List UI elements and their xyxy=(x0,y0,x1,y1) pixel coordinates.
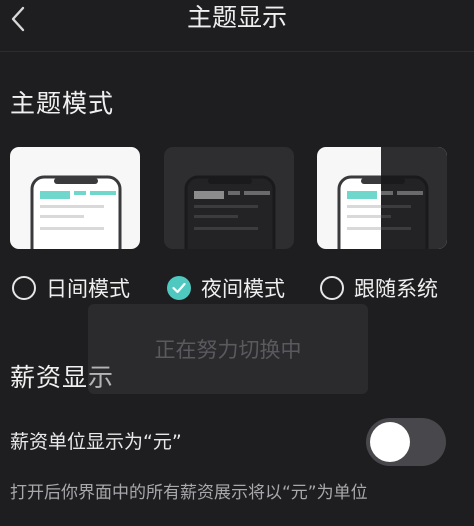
option-dark-label: 夜间模式 xyxy=(201,277,285,301)
option-dark[interactable]: 夜间模式 xyxy=(167,272,285,304)
phone-split-icon xyxy=(337,175,429,249)
salary-unit-toggle[interactable] xyxy=(366,418,446,466)
option-light[interactable]: 日间模式 xyxy=(12,272,130,304)
phone-light-icon xyxy=(30,175,122,249)
dark-theme-preview[interactable] xyxy=(164,147,294,249)
theme-section-title: 主题模式 xyxy=(10,89,115,118)
option-system[interactable]: 跟随系统 xyxy=(320,272,438,304)
salary-unit-description: 打开后你界面中的所有薪资展示将以“元”为单位 xyxy=(10,483,368,503)
theme-settings-screen: 主题显示 主题模式 日间模式 夜间模式 跟随系统 薪资显示 正在努力切换中 薪资… xyxy=(0,0,474,526)
toast-text: 正在努力切换中 xyxy=(154,338,302,362)
nav-bar: 主题显示 xyxy=(0,0,474,48)
check-icon xyxy=(172,282,186,294)
radio-light[interactable] xyxy=(12,276,36,300)
nav-divider xyxy=(0,51,474,52)
system-theme-preview[interactable] xyxy=(317,147,447,249)
light-theme-preview[interactable] xyxy=(10,147,140,249)
page-title: 主题显示 xyxy=(186,3,287,32)
switching-toast: 正在努力切换中 xyxy=(88,304,368,394)
option-system-label: 跟随系统 xyxy=(354,277,438,301)
radio-system[interactable] xyxy=(320,276,344,300)
phone-dark-icon xyxy=(184,175,276,249)
salary-unit-label: 薪资单位显示为“元” xyxy=(10,431,182,453)
option-light-label: 日间模式 xyxy=(46,277,130,301)
radio-dark-checked[interactable] xyxy=(167,276,191,300)
toggle-knob xyxy=(370,422,410,462)
